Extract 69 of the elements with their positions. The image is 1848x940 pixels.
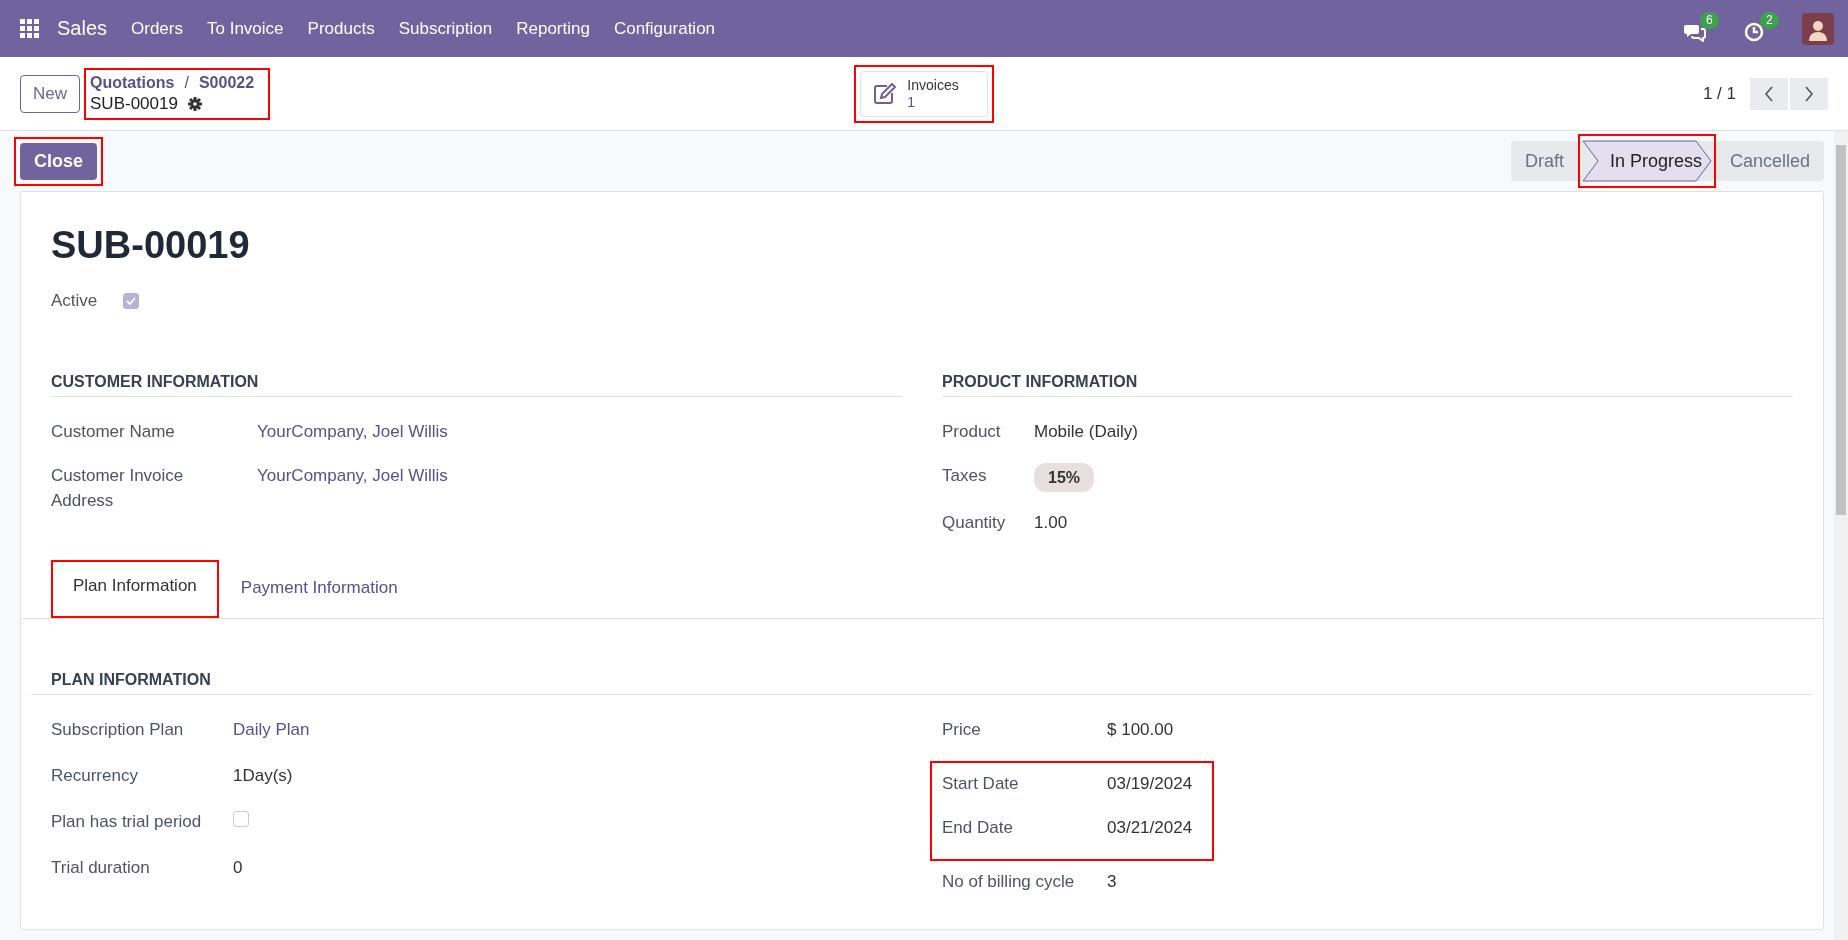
field-label: Price: [942, 719, 982, 741]
field-label: Subscription Plan: [51, 719, 185, 741]
status-step[interactable]: Cancelled: [1715, 141, 1824, 181]
field-label: Taxes: [942, 465, 988, 487]
invoices-smart-button[interactable]: Invoices 1: [860, 70, 988, 117]
grid-menu-icon: [20, 19, 39, 38]
scrollbar[interactable]: [1834, 131, 1848, 940]
app-name[interactable]: Sales: [57, 17, 108, 40]
checkbox[interactable]: [123, 293, 140, 309]
record-title: SUB-00019: [51, 224, 251, 267]
messages-button[interactable]: 6: [1680, 11, 1726, 46]
field-label: Plan has trial period: [51, 811, 203, 833]
count-badge: 6: [1700, 11, 1719, 29]
section-heading: CUSTOMER INFORMATION: [51, 373, 902, 397]
section-heading: PRODUCT INFORMATION: [942, 373, 1793, 397]
field-value: 1.00: [1034, 512, 1068, 534]
field-label: End Date: [942, 817, 1014, 839]
field-link[interactable]: YourCompany, Joel Willis: [257, 419, 448, 444]
field-value: 03/21/2024: [1107, 817, 1193, 839]
next-button[interactable]: [1790, 77, 1828, 110]
status-step[interactable]: Draft: [1510, 141, 1578, 181]
breadcrumb-separator: /: [184, 73, 189, 92]
field-value: 03/19/2024: [1107, 773, 1193, 795]
checkmark-icon: [126, 297, 137, 305]
breadcrumb-link[interactable]: Quotations: [90, 73, 175, 92]
chevron-right-icon: [1804, 85, 1814, 102]
field-value: 0: [233, 857, 243, 879]
checkbox[interactable]: [233, 811, 249, 827]
field-label: Quantity: [942, 512, 1007, 534]
tab[interactable]: Payment Information: [224, 566, 414, 618]
smart-button-count: 1: [907, 93, 916, 111]
clock-icon: [1744, 21, 1764, 42]
count-badge: 2: [1760, 11, 1779, 29]
menu-item[interactable]: Subscription: [398, 18, 493, 39]
activities-button[interactable]: 2: [1740, 11, 1784, 46]
field-label: Product: [942, 421, 1002, 443]
field-label: Trial duration: [51, 857, 151, 879]
field-link[interactable]: Daily Plan: [233, 717, 310, 742]
pager-value: 1 / 1: [1702, 83, 1736, 104]
field-value: $ 100.00: [1107, 719, 1174, 741]
user-avatar[interactable]: [1802, 12, 1834, 45]
field-label: Start Date: [942, 773, 1020, 795]
menu-item[interactable]: Orders: [131, 18, 183, 39]
menu-item[interactable]: Products: [307, 18, 375, 39]
chevron-left-icon: [1764, 85, 1774, 102]
settings-button[interactable]: [187, 96, 202, 111]
close-button[interactable]: Close: [20, 142, 98, 180]
status-step[interactable]: In Progress: [1581, 140, 1712, 182]
field-value: 3: [1107, 871, 1117, 893]
menu-item[interactable]: Reporting: [516, 18, 590, 39]
smart-button-label: Invoices: [907, 76, 959, 94]
field-label: No of billing cycle: [942, 871, 1076, 893]
settings-icon: [187, 96, 202, 111]
pencil-square-icon: [873, 82, 898, 105]
field-label: Customer Invoice Address: [51, 465, 185, 512]
section-heading: PLAN INFORMATION: [31, 671, 1813, 695]
previous-button[interactable]: [1750, 77, 1788, 110]
menu-item[interactable]: To Invoice: [207, 18, 284, 39]
field-value: Mobile (Daily): [1034, 421, 1138, 443]
tax-tag: 15%: [1034, 463, 1095, 492]
field-link[interactable]: YourCompany, Joel Willis: [257, 463, 448, 488]
field-label: Recurrency: [51, 765, 139, 787]
field-label: Customer Name: [51, 421, 176, 443]
menu-item[interactable]: Configuration: [613, 18, 716, 39]
field-value: 1Day(s): [233, 765, 293, 787]
field-label: Active: [51, 291, 98, 311]
new-button[interactable]: New: [20, 74, 80, 113]
breadcrumb-link[interactable]: S00022: [198, 73, 255, 92]
record-name: SUB-00019: [90, 93, 178, 114]
